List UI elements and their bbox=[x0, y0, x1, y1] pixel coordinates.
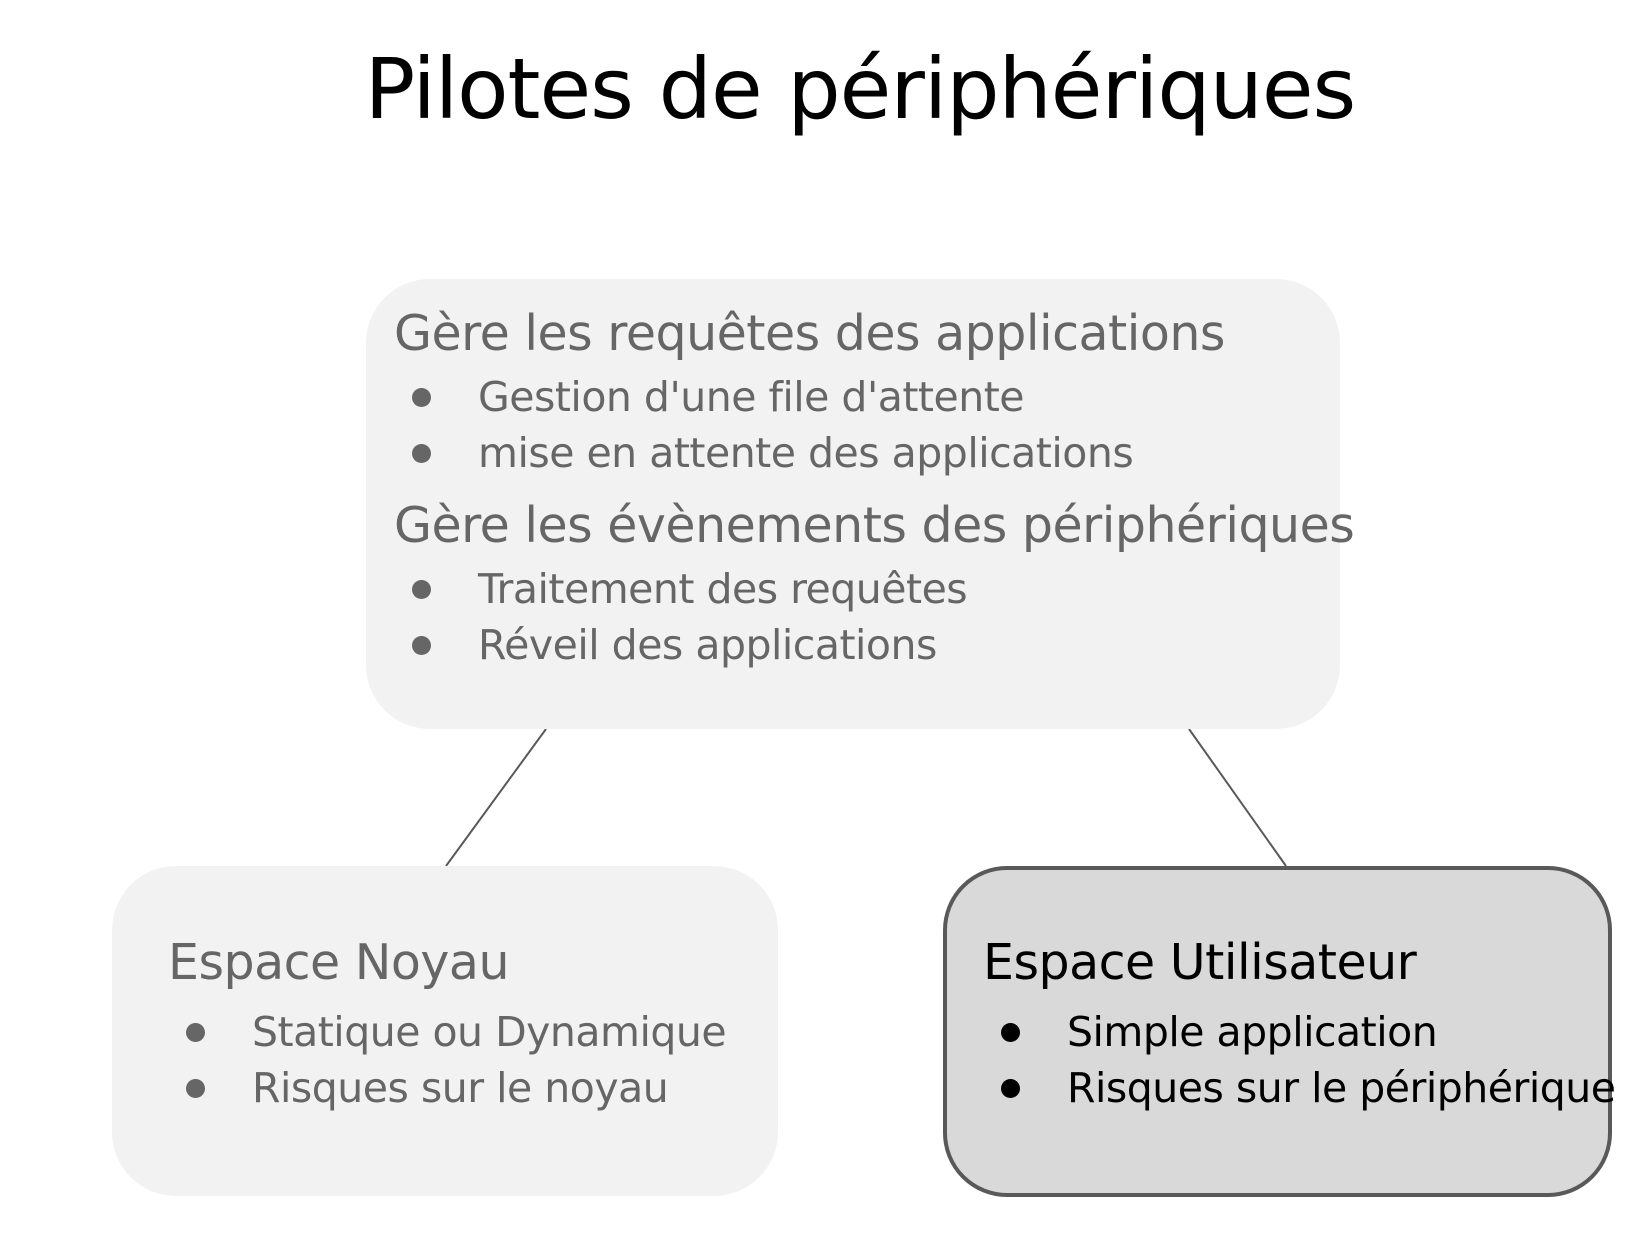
kernel-space-box: Espace Noyau Statique ou Dynamique Risqu… bbox=[112, 866, 778, 1196]
bullet-icon bbox=[412, 444, 431, 463]
user-space-box: Espace Utilisateur Simple application Ri… bbox=[943, 866, 1616, 1197]
requests-heading: Gère les requêtes des applications bbox=[394, 305, 1225, 362]
events-section: Gère les évènements des périphériques Tr… bbox=[394, 495, 1355, 673]
bullet-icon bbox=[1001, 1079, 1020, 1098]
list-item-text: Statique ou Dynamique bbox=[252, 1008, 727, 1056]
list-item-text: Réveil des applications bbox=[478, 621, 937, 669]
list-item-text: Simple application bbox=[1067, 1008, 1438, 1056]
bullet-icon bbox=[186, 1079, 205, 1098]
list-item-text: mise en attente des applications bbox=[478, 429, 1134, 477]
bullet-icon bbox=[412, 636, 431, 655]
connector-top-to-right bbox=[1188, 728, 1287, 867]
kernel-space-heading: Espace Noyau bbox=[168, 934, 510, 991]
requests-section: Gère les requêtes des applications Gesti… bbox=[394, 303, 1340, 481]
list-item-text: Risques sur le noyau bbox=[252, 1064, 669, 1112]
connector-top-to-left bbox=[445, 728, 547, 867]
list-item-text: Risques sur le périphérique bbox=[1067, 1064, 1616, 1112]
list-item: Traitement des requêtes bbox=[394, 561, 1340, 617]
list-item: Risques sur le périphérique bbox=[983, 1060, 1616, 1116]
kernel-space-list: Statique ou Dynamique Risques sur le noy… bbox=[168, 1004, 778, 1116]
list-item: Risques sur le noyau bbox=[168, 1060, 778, 1116]
bullet-icon bbox=[412, 388, 431, 407]
events-list: Traitement des requêtes Réveil des appli… bbox=[394, 561, 1340, 673]
list-item: Gestion d'une file d'attente bbox=[394, 369, 1340, 425]
driver-responsibilities-box: Gère les requêtes des applications Gesti… bbox=[366, 279, 1355, 729]
events-heading: Gère les évènements des périphériques bbox=[394, 497, 1355, 554]
list-item-text: Traitement des requêtes bbox=[478, 565, 968, 613]
user-space-heading: Espace Utilisateur bbox=[983, 934, 1417, 991]
requests-list: Gestion d'une file d'attente mise en att… bbox=[394, 369, 1340, 481]
list-item-text: Gestion d'une file d'attente bbox=[478, 373, 1025, 421]
user-space-list: Simple application Risques sur le périph… bbox=[983, 1004, 1616, 1116]
bullet-icon bbox=[412, 580, 431, 599]
bullet-icon bbox=[1001, 1023, 1020, 1042]
list-item: mise en attente des applications bbox=[394, 425, 1340, 481]
list-item: Simple application bbox=[983, 1004, 1608, 1060]
list-item: Réveil des applications bbox=[394, 617, 1340, 673]
bullet-icon bbox=[186, 1023, 205, 1042]
list-item: Statique ou Dynamique bbox=[168, 1004, 778, 1060]
